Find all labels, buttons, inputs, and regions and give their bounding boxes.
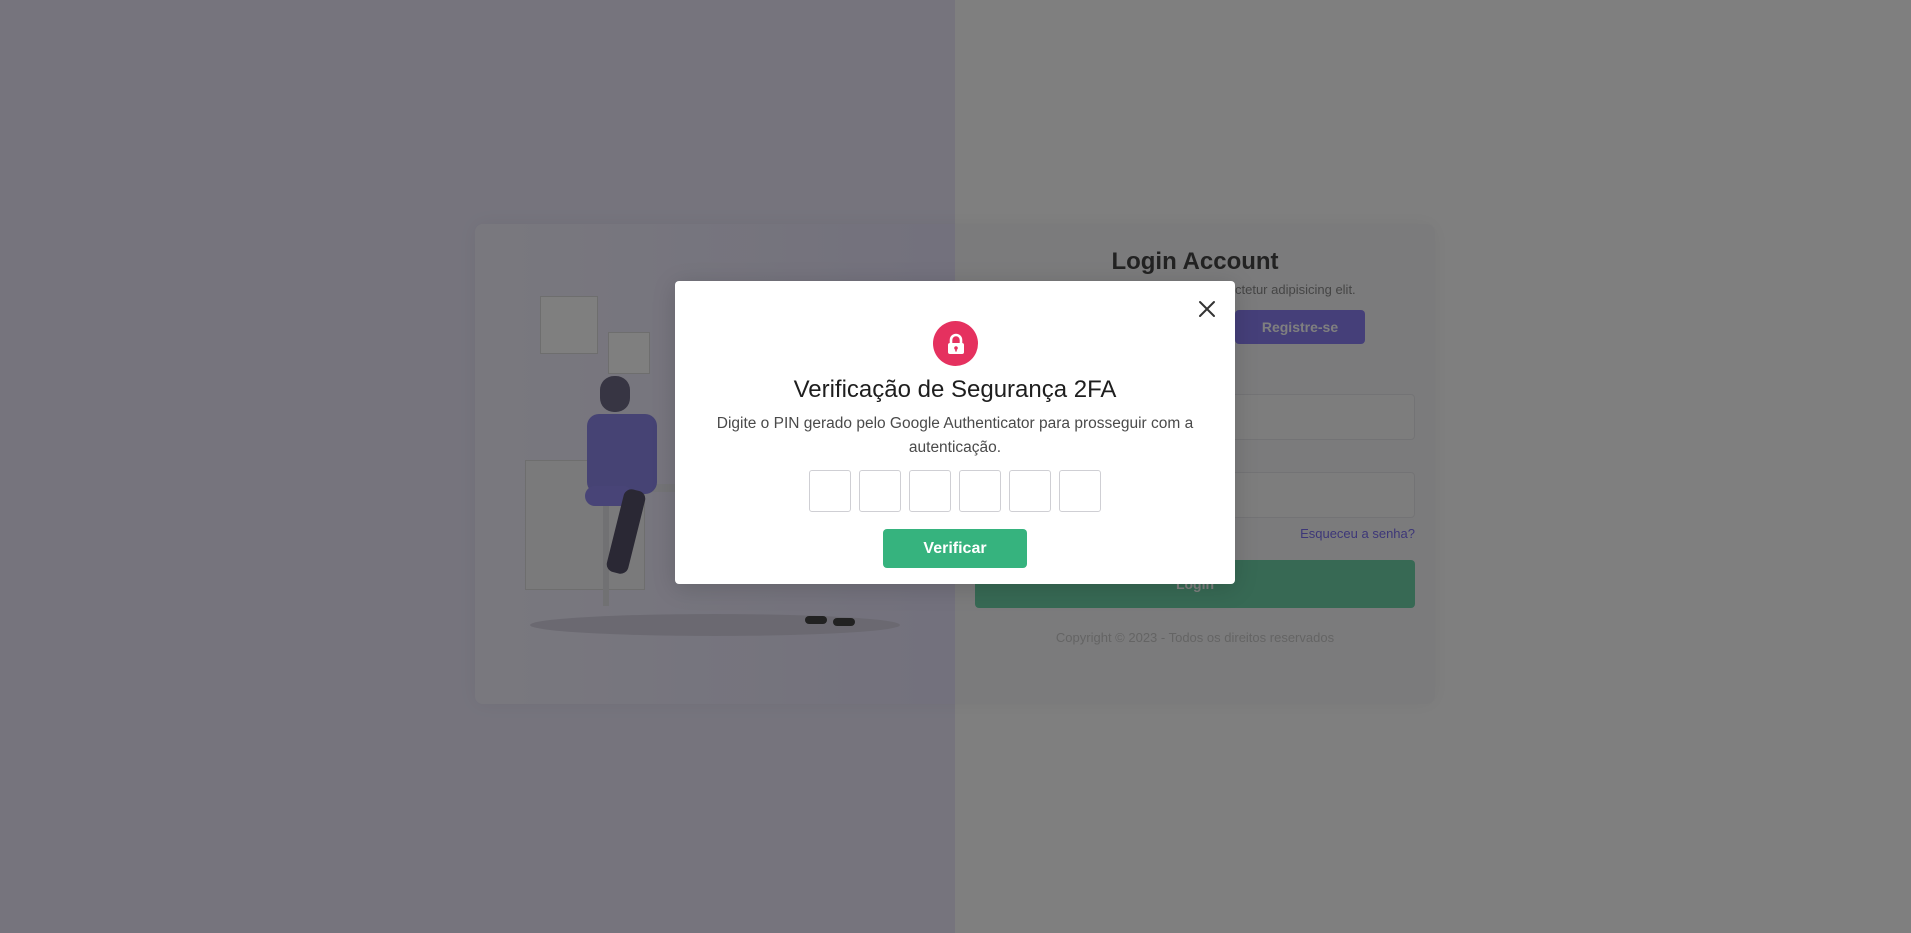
two-factor-modal: Verificação de Segurança 2FA Digite o PI… xyxy=(675,281,1235,584)
verify-button[interactable]: Verificar xyxy=(883,529,1027,568)
modal-description: Digite o PIN gerado pelo Google Authenti… xyxy=(716,415,1194,456)
pin-digit-3[interactable] xyxy=(909,470,951,512)
lock-badge xyxy=(933,321,978,366)
lock-icon xyxy=(947,333,964,354)
pin-digit-2[interactable] xyxy=(859,470,901,512)
pin-digit-5[interactable] xyxy=(1009,470,1051,512)
modal-title: Verificação de Segurança 2FA xyxy=(793,376,1117,403)
pin-digit-4[interactable] xyxy=(959,470,1001,512)
pin-input-group xyxy=(675,470,1235,512)
close-button[interactable] xyxy=(1193,295,1221,323)
pin-digit-1[interactable] xyxy=(809,470,851,512)
close-icon xyxy=(1199,301,1215,317)
pin-digit-6[interactable] xyxy=(1059,470,1101,512)
